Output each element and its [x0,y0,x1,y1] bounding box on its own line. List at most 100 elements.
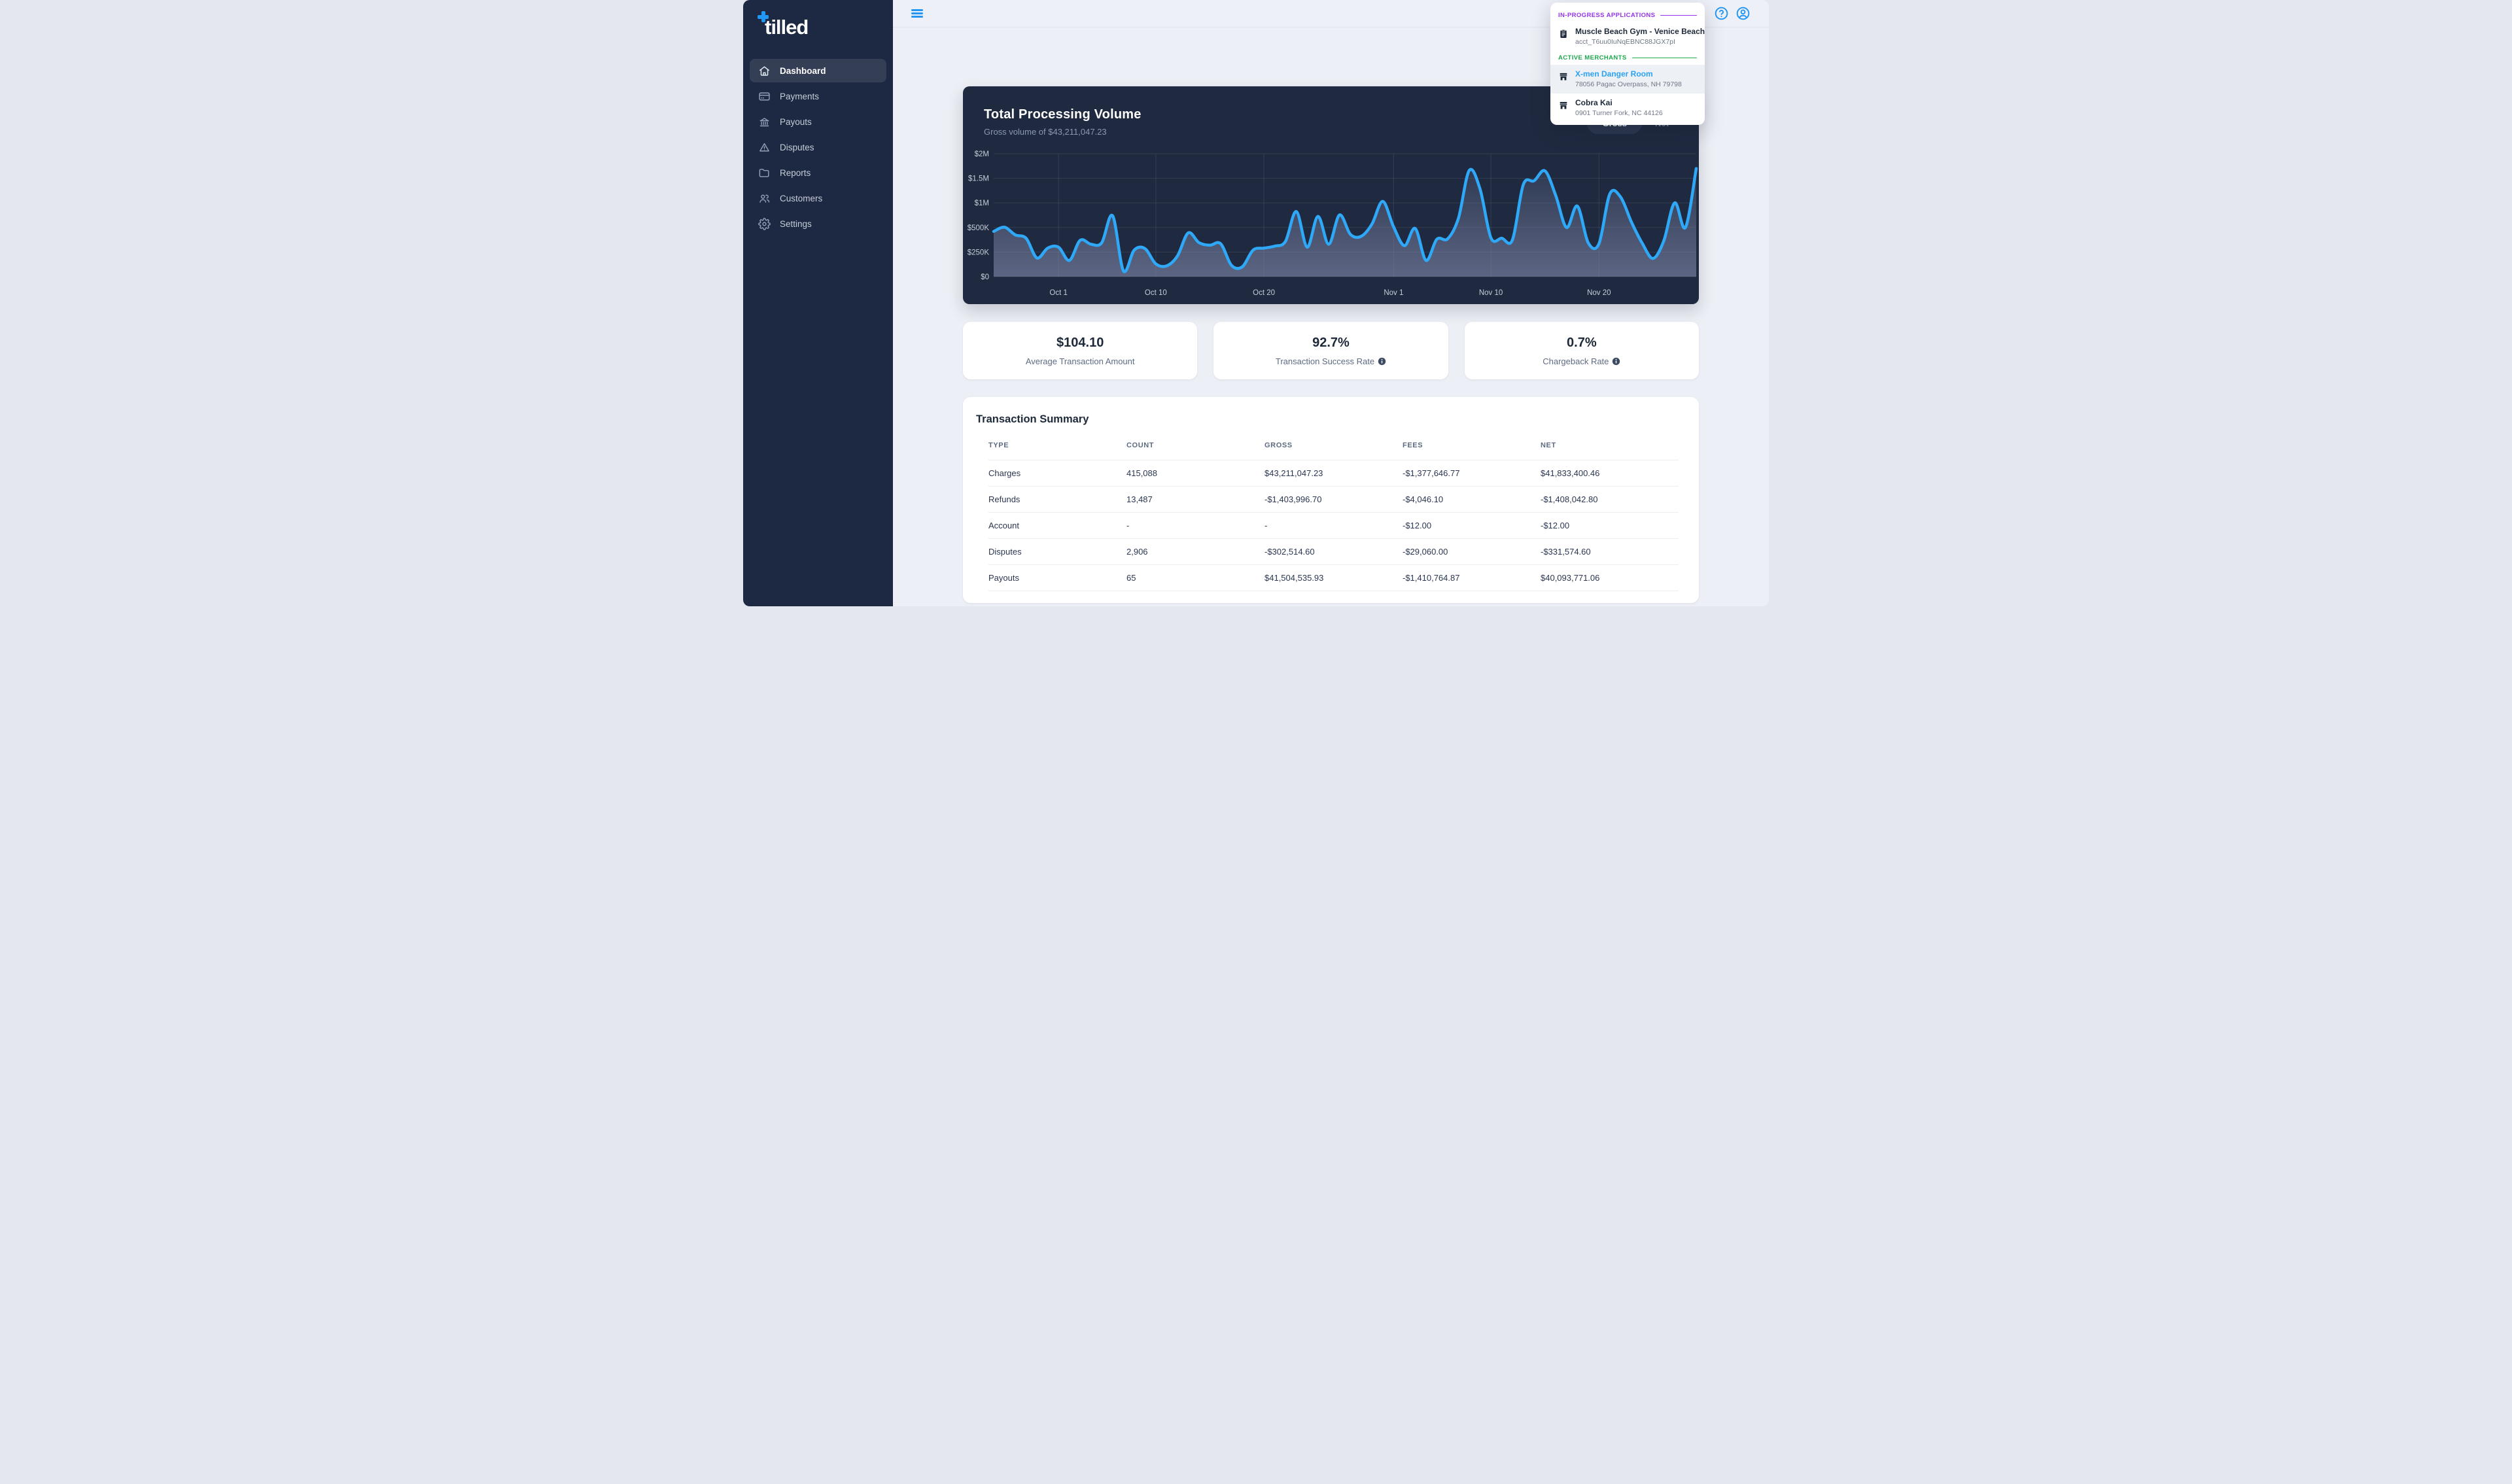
merchant-title: Muscle Beach Gym - Venice Beach [1575,27,1705,36]
info-icon[interactable] [1612,357,1620,366]
merchant-subtitle: 0901 Turner Fork, NC 44126 [1575,109,1663,117]
credit-card-icon [758,90,771,103]
table-cell: Payouts [988,565,1126,591]
sidebar-item-label: Reports [780,168,811,178]
table-row: Payouts65$41,504,535.93-$1,410,764.87$40… [988,565,1679,591]
column-header: TYPE [988,439,1126,460]
sidebar-item-dashboard[interactable]: Dashboard [750,59,886,82]
y-axis-tick-label: $500K [968,224,990,232]
stat-value: 92.7% [1312,336,1350,351]
sidebar-item-disputes[interactable]: Disputes [750,135,886,159]
stat-card: 0.7%Chargeback Rate [1465,322,1699,379]
table-cell: Account [988,513,1126,539]
column-header: FEES [1403,439,1541,460]
merchant-switcher-popover: IN-PROGRESS APPLICATIONS Muscle Beach Gym… [1550,3,1705,125]
table-cell: Disputes [988,539,1126,565]
merchant-subtitle: acct_T6uu0IuNqEBNC88JGX7pI [1575,38,1705,46]
stat-card: 92.7% Transaction Success Rate [1213,322,1448,379]
logo-plus-icon [758,11,769,22]
table-cell: -$4,046.10 [1403,487,1541,513]
x-axis-tick-label: Oct 20 [1253,289,1275,297]
popover-section-line [1632,58,1697,59]
table-row: Disputes2,906-$302,514.60-$29,060.00-$33… [988,539,1679,565]
help-circle-icon[interactable] [1714,6,1729,21]
sidebar-item-label: Disputes [780,143,814,152]
merchant-item[interactable]: Cobra Kai0901 Turner Fork, NC 44126 [1550,94,1705,122]
column-header: GROSS [1265,439,1403,460]
volume-line-chart: $0$250K$500K$1M$1.5M$2MOct 1Oct 10Oct 20… [963,142,1699,304]
table-cell: - [1265,513,1403,539]
stat-label: Transaction Success Rate [1276,356,1386,366]
popover-section-label: ACTIVE MERCHANTS [1558,54,1627,61]
storefront-icon [1558,71,1569,82]
info-icon[interactable] [1378,357,1386,366]
y-axis-tick-label: $2M [975,150,989,158]
table-cell: -$1,408,042.80 [1541,487,1679,513]
table-cell: -$12.00 [1403,513,1541,539]
x-axis-tick-label: Nov 20 [1587,289,1611,297]
sidebar-item-label: Customers [780,194,822,203]
table-row: Refunds13,487-$1,403,996.70-$4,046.10-$1… [988,487,1679,513]
column-header: COUNT [1126,439,1265,460]
table-cell: -$29,060.00 [1403,539,1541,565]
folder-icon [758,167,771,179]
tilled-logo: tilled [750,12,886,59]
stat-label: Average Transaction Amount [1026,356,1135,366]
table-cell: -$1,410,764.87 [1403,565,1541,591]
home-icon [758,65,771,77]
table-cell: -$1,377,646.77 [1403,460,1541,487]
sidebar-item-label: Settings [780,219,812,229]
sidebar-item-reports[interactable]: Reports [750,161,886,184]
table-cell: $43,211,047.23 [1265,460,1403,487]
sidebar-item-label: Payouts [780,117,812,127]
merchant-item[interactable]: Muscle Beach Gym - Venice Beach acct_T6uu… [1550,22,1705,51]
sidebar: tilled Dashboard Payments Payouts Disputes R… [743,0,893,606]
x-axis-tick-label: Nov 10 [1479,289,1503,297]
sidebar-item-settings[interactable]: Settings [750,212,886,235]
stat-card: $104.10 Average Transaction Amount [963,322,1197,379]
merchant-item[interactable]: X-men Danger Room78056 Pagac Overpass, N… [1550,65,1705,94]
table-cell: -$302,514.60 [1265,539,1403,565]
user-circle-icon[interactable] [1736,6,1751,21]
chart-title: Total Processing Volume [984,107,1142,122]
sidebar-item-label: Payments [780,92,819,101]
y-axis-tick-label: $1.5M [968,175,989,183]
table-title: Transaction Summary [976,413,1686,426]
y-axis-tick-label: $250K [968,249,990,256]
storefront-icon [1558,100,1569,111]
table-row: Account---$12.00-$12.00 [988,513,1679,539]
table-cell: Refunds [988,487,1126,513]
popover-section-label: IN-PROGRESS APPLICATIONS [1558,12,1655,19]
bank-icon [758,116,771,128]
table-cell: 415,088 [1126,460,1265,487]
table-cell: -$1,403,996.70 [1265,487,1403,513]
sidebar-nav: Dashboard Payments Payouts Disputes Reports C… [750,59,886,235]
hamburger-menu-icon[interactable] [911,9,923,18]
table-cell: -$331,574.60 [1541,539,1679,565]
column-header: NET [1541,439,1679,460]
merchant-title: X-men Danger Room [1575,69,1682,78]
popover-section-header: ACTIVE MERCHANTS [1558,54,1697,61]
app-root: tilled DashboardPaymentsPayoutsDisputesR… [743,0,1769,606]
table-row: Charges415,088$43,211,047.23-$1,377,646.… [988,460,1679,487]
table-cell: Charges [988,460,1126,487]
table-cell: - [1126,513,1265,539]
sidebar-item-label: Dashboard [780,66,826,76]
sidebar-item-customers[interactable]: Customers [750,186,886,210]
y-axis-tick-label: $1M [975,199,989,207]
table-cell: $41,833,400.46 [1541,460,1679,487]
stat-value: 0.7% [1567,336,1597,351]
transaction-summary-table: TYPECOUNTGROSSFEESNET Charges415,088$43,… [988,439,1679,591]
table-cell: $41,504,535.93 [1265,565,1403,591]
sidebar-item-payouts[interactable]: Payouts [750,110,886,133]
users-icon [758,192,771,205]
popover-section-header: IN-PROGRESS APPLICATIONS [1558,12,1697,19]
stat-value: $104.10 [1056,336,1104,351]
warning-triangle-icon [758,141,771,154]
clipboard-icon [1558,29,1569,39]
table-cell: $40,093,771.06 [1541,565,1679,591]
sidebar-item-payments[interactable]: Payments [750,84,886,108]
table-cell: 13,487 [1126,487,1265,513]
table-cell: -$12.00 [1541,513,1679,539]
y-axis-tick-label: $0 [981,273,989,281]
